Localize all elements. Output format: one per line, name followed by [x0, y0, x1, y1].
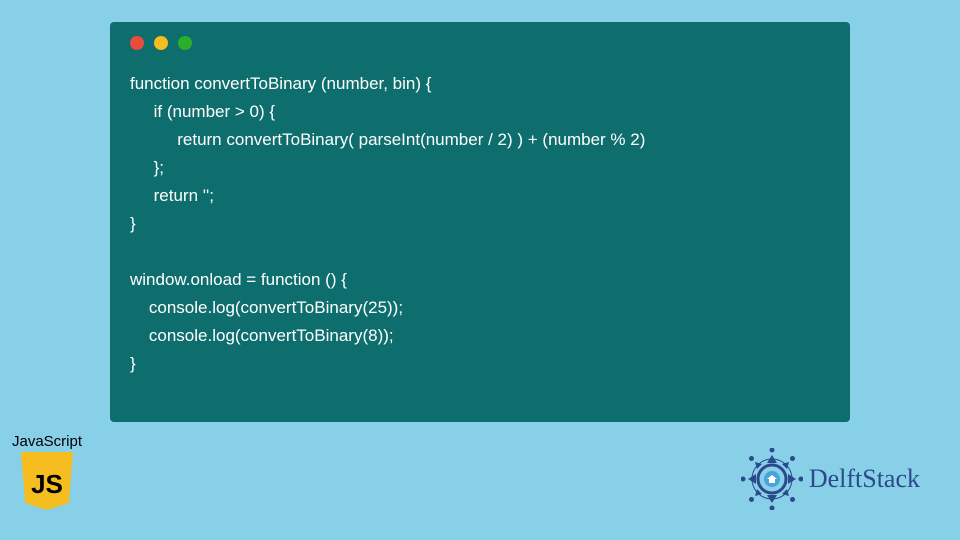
maximize-dot-icon — [178, 36, 192, 50]
delftstack-logo-icon — [741, 448, 803, 510]
javascript-label: JavaScript — [8, 433, 86, 450]
javascript-logo-text: JS — [31, 469, 63, 500]
delftstack-label: DelftStack — [809, 464, 920, 494]
delftstack-brand: DelftStack — [741, 448, 920, 510]
close-dot-icon — [130, 36, 144, 50]
javascript-badge: JavaScript JS — [8, 433, 86, 510]
minimize-dot-icon — [154, 36, 168, 50]
code-window: function convertToBinary (number, bin) {… — [110, 22, 850, 422]
window-controls — [130, 36, 830, 50]
code-block: function convertToBinary (number, bin) {… — [130, 70, 830, 379]
javascript-logo-icon: JS — [21, 452, 73, 510]
